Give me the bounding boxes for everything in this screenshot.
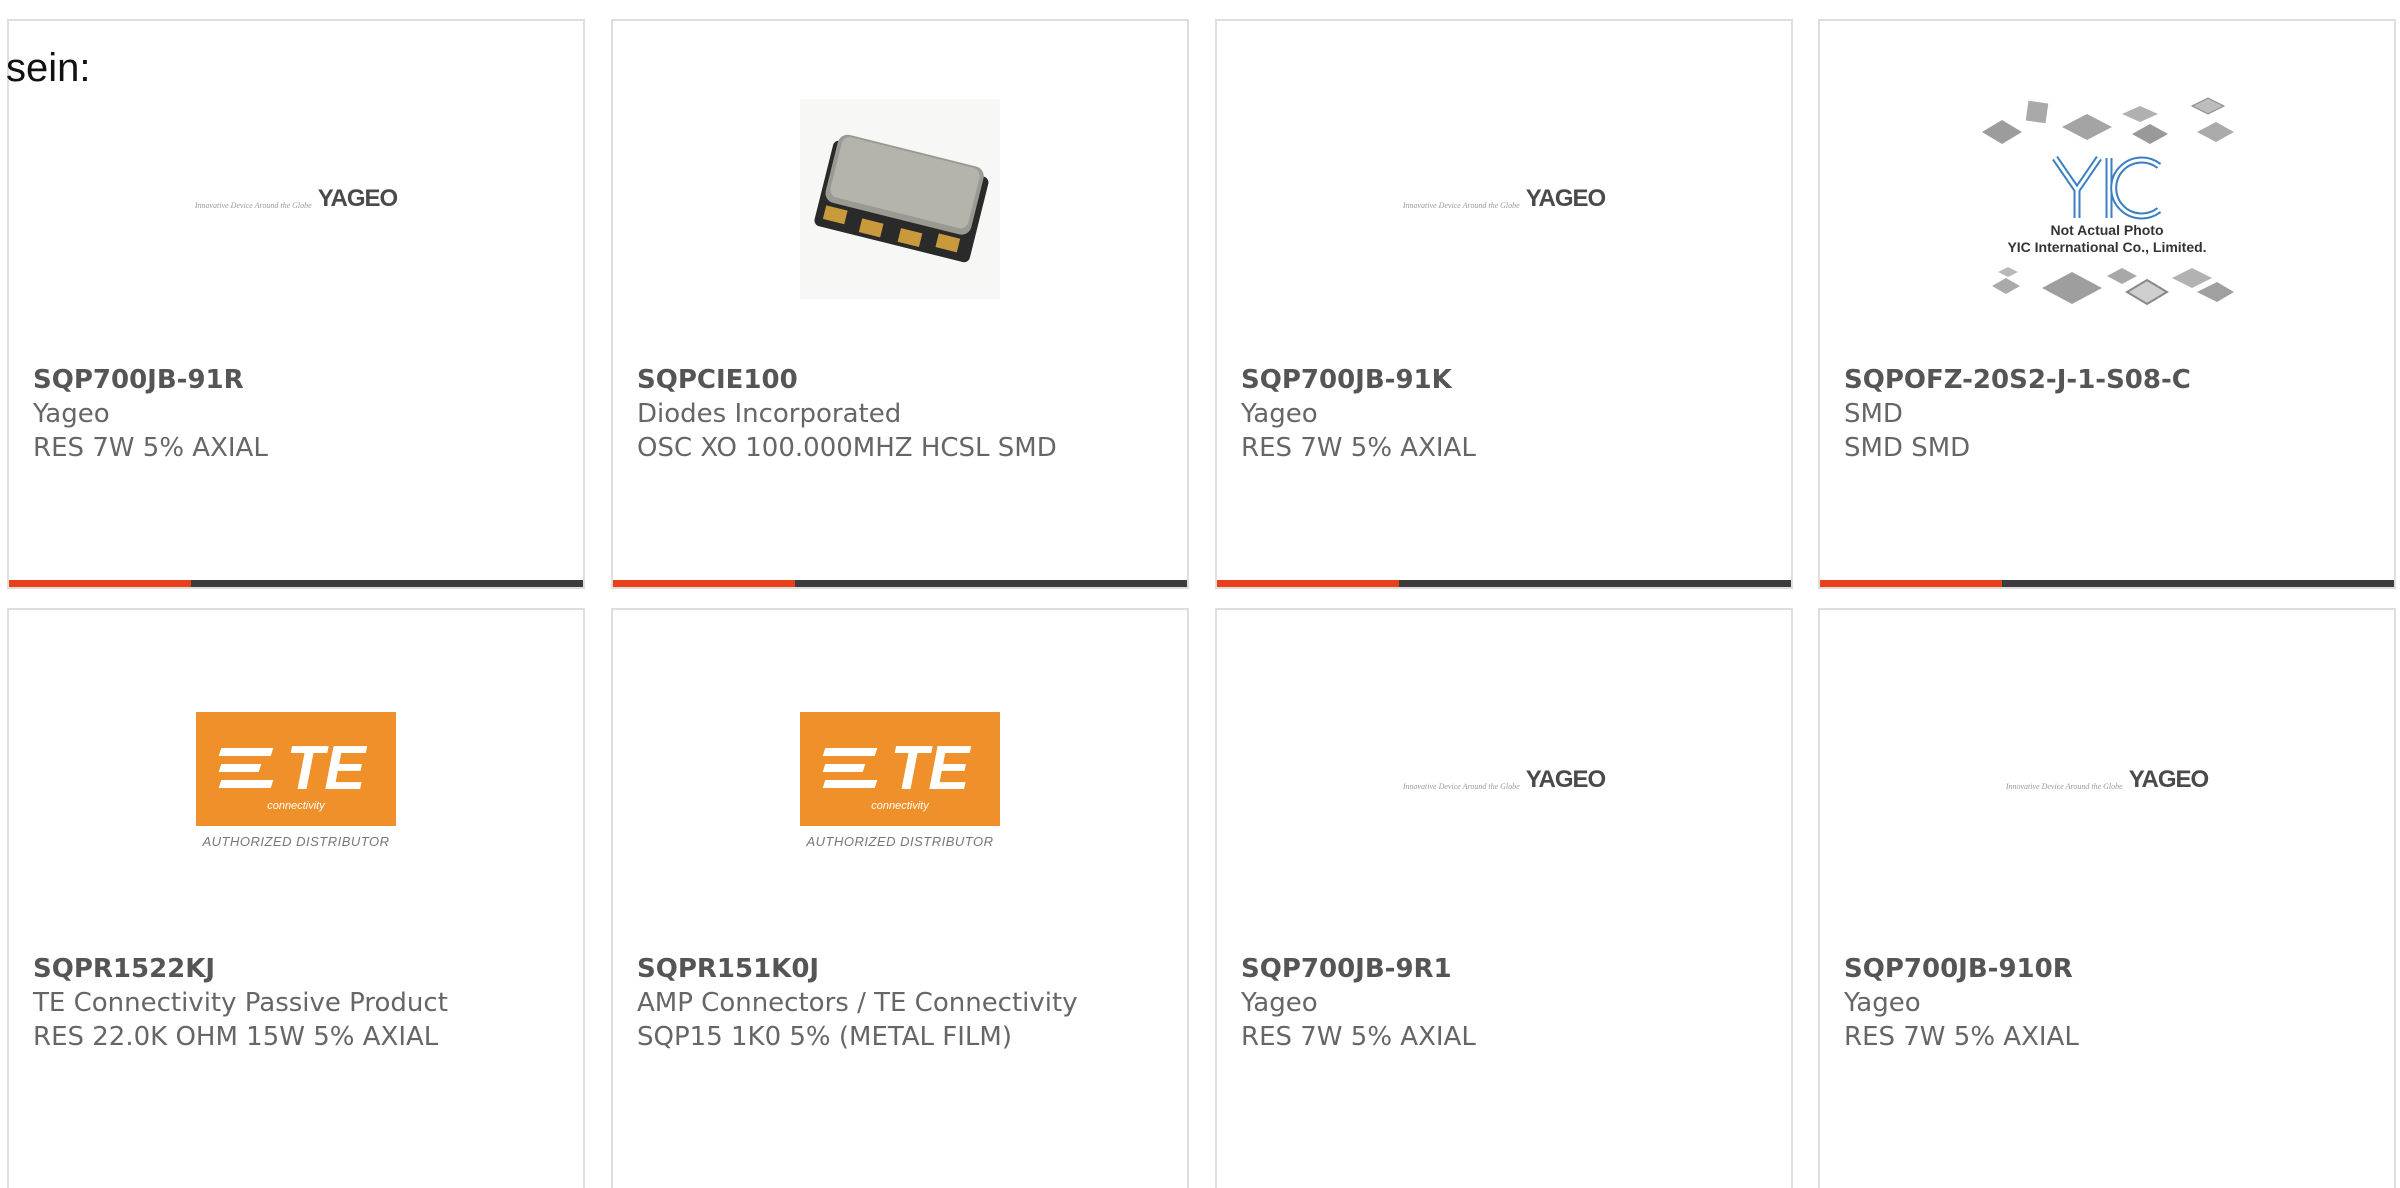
product-image[interactable]: Innovative Device Around the Globe YAGEO bbox=[1820, 610, 2394, 950]
product-card[interactable]: Innovative Device Around the Globe YAGEO… bbox=[7, 19, 585, 589]
manufacturer: Yageo bbox=[1844, 988, 1921, 1018]
te-logo: TE connectivity AUTHORIZED DISTRIBUTOR bbox=[196, 711, 396, 849]
description: RES 7W 5% AXIAL bbox=[1241, 433, 1476, 463]
product-image[interactable] bbox=[613, 49, 1187, 349]
chip-packages-icon bbox=[1992, 267, 2234, 306]
part-number[interactable]: SQP700JB-9R1 bbox=[1241, 952, 1781, 986]
part-number[interactable]: SQPR151K0J bbox=[637, 952, 1177, 986]
yic-logo: Not Actual Photo YIC International Co., … bbox=[1972, 92, 2242, 306]
part-number[interactable]: SQPCIE100 bbox=[637, 363, 1177, 397]
yageo-logo: Innovative Device Around the Globe YAGEO bbox=[2005, 766, 2209, 793]
manufacturer: SMD bbox=[1844, 399, 1903, 429]
card-bottom-bar bbox=[1820, 580, 2394, 587]
product-card[interactable]: TE connectivity AUTHORIZED DISTRIBUTOR S… bbox=[611, 608, 1189, 1188]
part-number[interactable]: SQP700JB-91K bbox=[1241, 363, 1781, 397]
description: RES 7W 5% AXIAL bbox=[1241, 1022, 1476, 1052]
product-image[interactable]: TE connectivity AUTHORIZED DISTRIBUTOR bbox=[613, 610, 1187, 950]
manufacturer: AMP Connectors / TE Connectivity bbox=[637, 988, 1078, 1018]
product-card[interactable]: TE connectivity AUTHORIZED DISTRIBUTOR S… bbox=[7, 608, 585, 1188]
intro-text: sein: bbox=[6, 46, 91, 90]
yageo-logo: Innovative Device Around the Globe YAGEO bbox=[1402, 766, 1606, 793]
chip-packages-icon bbox=[1982, 97, 2234, 144]
manufacturer: TE Connectivity Passive Product bbox=[33, 988, 448, 1018]
product-card[interactable]: Innovative Device Around the Globe YAGEO… bbox=[1818, 608, 2396, 1188]
card-bottom-bar bbox=[1217, 580, 1791, 587]
card-accent bbox=[1217, 580, 1399, 587]
yageo-logo: Innovative Device Around the Globe YAGEO bbox=[194, 185, 398, 212]
product-card[interactable]: Not Actual Photo YIC International Co., … bbox=[1818, 19, 2396, 589]
card-bottom-bar bbox=[9, 580, 583, 587]
description: OSC XO 100.000MHZ HCSL SMD bbox=[637, 433, 1057, 463]
product-image[interactable]: Innovative Device Around the Globe YAGEO bbox=[9, 49, 583, 349]
manufacturer: Yageo bbox=[1241, 988, 1318, 1018]
te-logo: TE connectivity AUTHORIZED DISTRIBUTOR bbox=[800, 711, 1000, 849]
description: RES 7W 5% AXIAL bbox=[1844, 1022, 2079, 1052]
product-image[interactable]: Innovative Device Around the Globe YAGEO bbox=[1217, 610, 1791, 950]
part-number[interactable]: SQPOFZ-20S2-J-1-S08-C bbox=[1844, 363, 2384, 397]
description: RES 22.0K OHM 15W 5% AXIAL bbox=[33, 1022, 439, 1052]
description: SQP15 1K0 5% (METAL FILM) bbox=[637, 1022, 1012, 1052]
description: RES 7W 5% AXIAL bbox=[33, 433, 268, 463]
description: SMD SMD bbox=[1844, 433, 1971, 463]
card-accent bbox=[9, 580, 191, 587]
yageo-logo: Innovative Device Around the Globe YAGEO bbox=[1402, 185, 1606, 212]
product-image[interactable]: Not Actual Photo YIC International Co., … bbox=[1820, 49, 2394, 349]
yic-mark-icon bbox=[2052, 156, 2162, 220]
product-image[interactable]: TE connectivity AUTHORIZED DISTRIBUTOR bbox=[9, 610, 583, 950]
product-image[interactable]: Innovative Device Around the Globe YAGEO bbox=[1217, 49, 1791, 349]
manufacturer: Diodes Incorporated bbox=[637, 399, 902, 429]
part-number[interactable]: SQP700JB-91R bbox=[33, 363, 573, 397]
product-card[interactable]: Innovative Device Around the Globe YAGEO… bbox=[1215, 19, 1793, 589]
manufacturer: Yageo bbox=[33, 399, 110, 429]
product-card[interactable]: Innovative Device Around the Globe YAGEO… bbox=[1215, 608, 1793, 1188]
card-bottom-bar bbox=[613, 580, 1187, 587]
oscillator-photo bbox=[800, 99, 1000, 299]
card-accent bbox=[1820, 580, 2002, 587]
part-number[interactable]: SQPR1522KJ bbox=[33, 952, 573, 986]
manufacturer: Yageo bbox=[1241, 399, 1318, 429]
product-card[interactable]: SQPCIE100 Diodes Incorporated OSC XO 100… bbox=[611, 19, 1189, 589]
part-number[interactable]: SQP700JB-910R bbox=[1844, 952, 2384, 986]
card-accent bbox=[613, 580, 795, 587]
